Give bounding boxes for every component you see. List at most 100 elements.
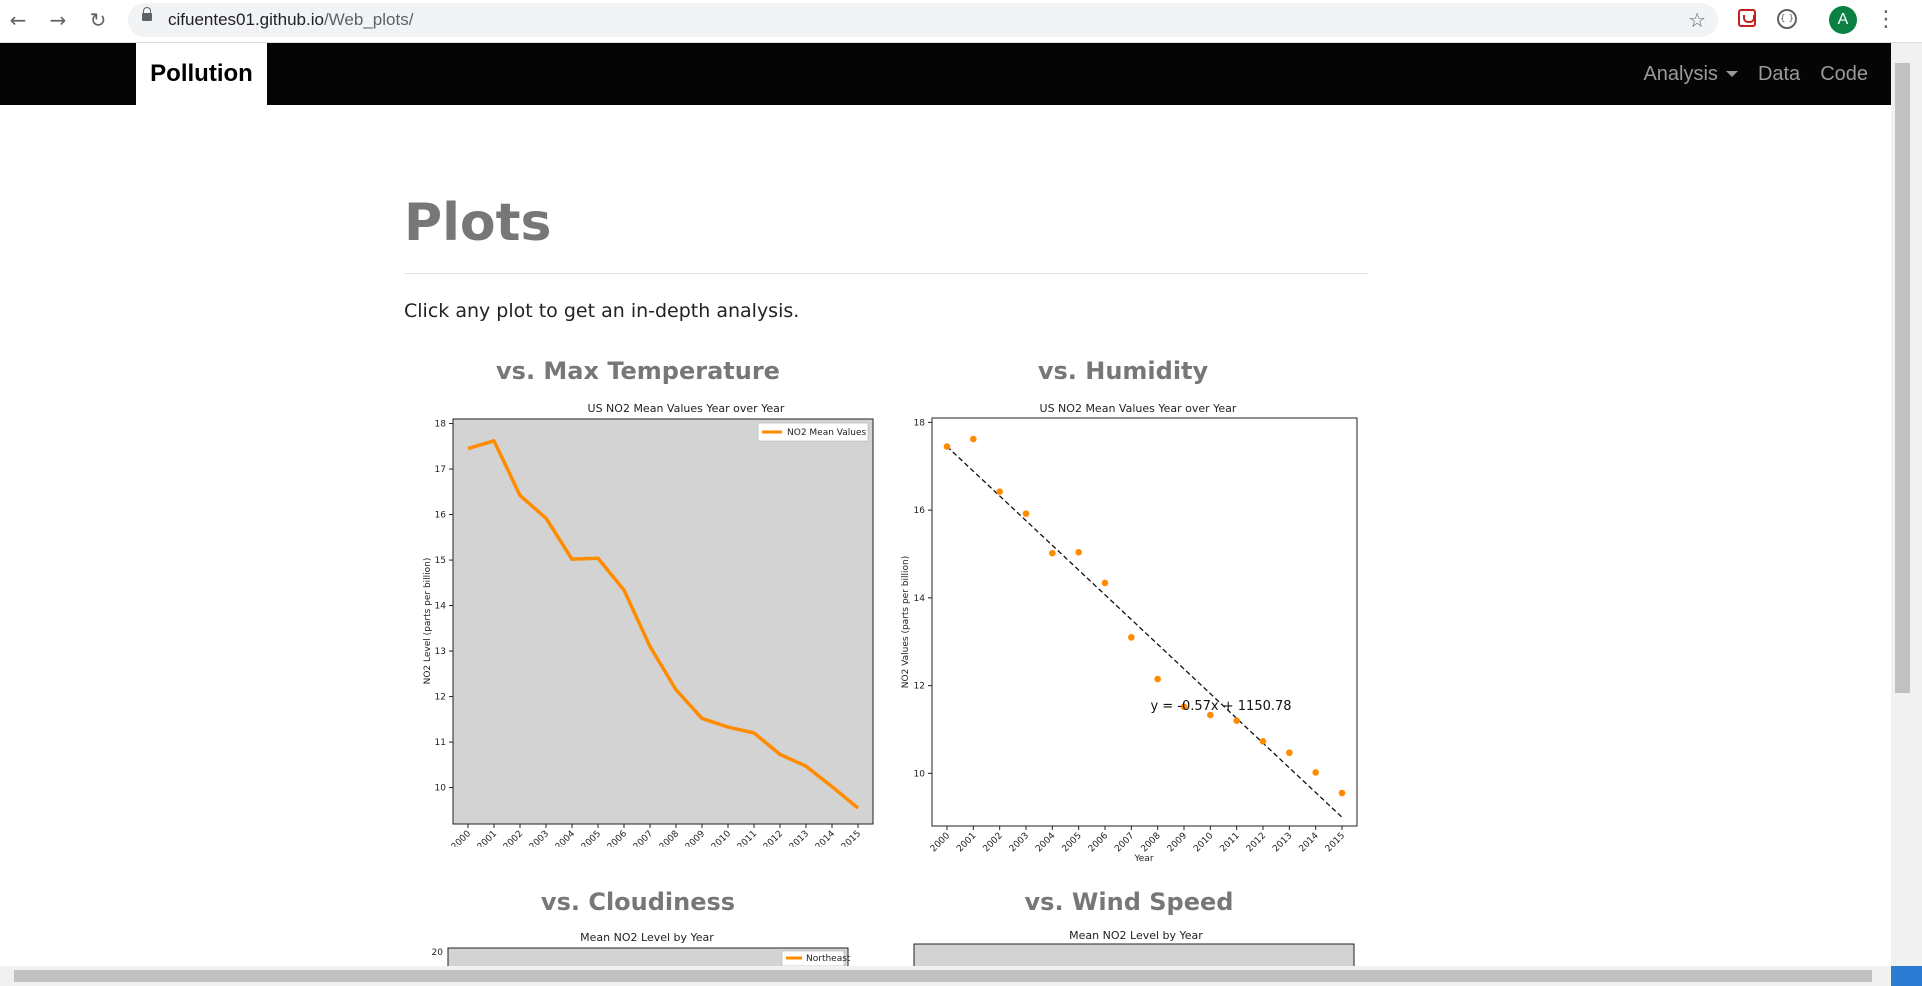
legend: NO2 Mean Values [757,422,869,442]
scroll-thumb[interactable] [1895,63,1910,693]
y-tick-label: 10 [914,769,926,779]
x-tick-label: 2004 [1034,831,1057,854]
x-tick-label: 2013 [1271,831,1294,854]
x-tick-label: 2014 [814,829,837,847]
data-point [1338,789,1346,797]
x-tick-label: 2003 [1008,831,1031,854]
x-tick-label: 2000 [929,831,952,854]
brand-link[interactable]: Pollution [136,43,267,105]
x-tick-label: 2013 [788,829,811,847]
x-tick-label: 2007 [1113,831,1136,854]
x-tick-label: 2010 [1192,831,1215,854]
plot-area [913,943,1355,967]
y-tick-label: 12 [435,693,446,703]
regression-equation: y = -0.57x + 1150.78 [1150,699,1291,714]
y-tick-label: 14 [435,602,447,612]
data-point [1154,675,1161,683]
chart-wind-speed[interactable]: Mean NO2 Level by Year [911,927,1361,967]
y-tick-label: 14 [914,594,926,604]
chart-line-no2[interactable]: US NO2 Mean Values Year over Year NO2 Le… [404,397,874,847]
y-tick-label: 10 [435,784,447,794]
vertical-scrollbar[interactable] [1891,43,1922,966]
x-tick-label: 2009 [1166,831,1189,854]
plot-max-temperature[interactable]: US NO2 Mean Values Year over Year NO2 Le… [404,397,874,847]
data-point [996,488,1003,496]
y-tick-label: 20 [432,948,444,958]
y-tick-label: 18 [914,418,926,428]
x-tick-label: 2006 [1087,831,1110,854]
plot-area [452,418,874,825]
data-point [943,443,951,450]
y-tick-label: 11 [435,738,446,748]
x-tick-label: 2012 [762,829,785,847]
x-tick-label: 2008 [658,829,681,847]
plot-wind-speed[interactable]: Mean NO2 Level by Year [911,927,1361,967]
bookmark-star-icon[interactable]: ☆ [1688,8,1706,32]
data-point [1233,717,1240,725]
nav-links: Analysis Data Code [1643,43,1868,105]
plot-cloudiness[interactable]: Mean NO2 Level by Year 20 Northeast [424,929,864,969]
avatar[interactable]: A [1829,6,1857,34]
y-axis-label: NO2 Values (parts per billion) [901,556,911,688]
plot-humidity[interactable]: US NO2 Mean Values Year over Year NO2 Va… [896,397,1366,867]
forward-icon[interactable]: → [46,8,70,32]
horizontal-scrollbar[interactable] [0,966,1891,986]
x-tick-label: 2006 [606,829,629,847]
data-point [1049,549,1056,557]
chart-scatter-no2[interactable]: US NO2 Mean Values Year over Year NO2 Va… [896,397,1366,867]
address-bar[interactable]: cifuentes01.github.io/Web_plots/ ☆ [128,3,1718,37]
menu-kebab-icon[interactable]: ⋮ [1875,8,1897,32]
reload-icon[interactable]: ↻ [86,8,110,32]
lock-icon [142,7,152,21]
section-heading-humidity: vs. Humidity [1037,357,1209,385]
y-tick-label: 12 [914,682,925,692]
caret-down-icon [1725,71,1738,78]
divider [404,273,1368,274]
x-tick-label: 2011 [1219,831,1242,854]
x-tick-label: 2000 [450,829,473,847]
x-tick-label: 2002 [982,831,1005,854]
y-tick-label: 15 [435,556,446,566]
nav-item-data[interactable]: Data [1758,63,1800,86]
x-tick-label: 2011 [736,829,759,847]
x-tick-label: 2012 [1245,831,1268,854]
legend-label: Northeast [806,954,851,964]
section-heading-max-temperature: vs. Max Temperature [496,357,780,385]
data-point [1128,634,1135,641]
y-tick-label: 16 [435,511,447,521]
x-tick-label: 2004 [554,829,577,847]
section-heading-wind-speed: vs. Wind Speed [1024,888,1234,916]
y-tick-label: 17 [435,465,446,475]
intro-text: Click any plot to get an in-depth analys… [404,300,800,322]
chart-title: Mean NO2 Level by Year [1069,929,1203,942]
data-point [970,435,977,443]
y-tick-label: 16 [914,506,926,516]
data-point [1286,749,1293,757]
chart-title: Mean NO2 Level by Year [580,931,714,944]
chart-title: US NO2 Mean Values Year over Year [1040,402,1237,415]
nav-item-analysis[interactable]: Analysis [1643,63,1738,86]
extension-icon[interactable]: { } [1777,9,1797,29]
x-tick-label: 2007 [632,829,655,847]
x-tick-label: 2001 [955,831,978,854]
y-tick-label: 13 [435,647,446,657]
pocket-extension-icon[interactable] [1738,9,1756,27]
y-tick-label: 18 [435,420,447,430]
x-tick-label: 2001 [476,829,499,847]
x-tick-label: 2015 [840,829,863,847]
nav-item-code[interactable]: Code [1820,63,1868,86]
scroll-thumb[interactable] [14,970,1872,982]
data-point [1259,738,1267,745]
chart-cloudiness[interactable]: Mean NO2 Level by Year 20 Northeast [424,929,864,969]
x-tick-label: 2003 [528,829,551,847]
x-tick-label: 2005 [580,829,603,847]
site-navbar: Pollution Analysis Data Code [0,43,1891,105]
data-point [1312,769,1319,776]
x-tick-label: 2005 [1061,831,1084,854]
back-icon[interactable]: ← [6,8,30,32]
x-tick-label: 2009 [684,829,707,847]
url-text[interactable]: cifuentes01.github.io/Web_plots/ [168,3,413,37]
x-tick-label: 2010 [710,829,733,847]
x-tick-label: 2008 [1140,831,1163,854]
legend-label: NO2 Mean Values [787,428,867,438]
